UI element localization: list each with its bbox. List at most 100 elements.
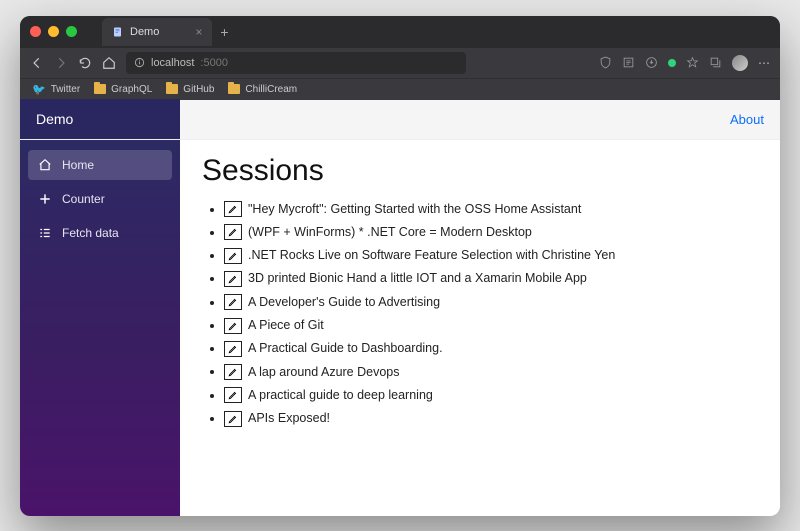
- app-viewport: Demo About Home Counter Fetch data Ses: [20, 100, 780, 516]
- reload-button[interactable]: [78, 56, 92, 70]
- address-host: localhost: [151, 57, 194, 69]
- session-item: .NET Rocks Live on Software Feature Sele…: [224, 244, 758, 267]
- download-icon[interactable]: [645, 56, 658, 69]
- sidebar-item-home[interactable]: Home: [28, 150, 172, 180]
- session-item: (WPF + WinForms) * .NET Core = Modern De…: [224, 221, 758, 244]
- pencil-icon: [228, 414, 238, 424]
- session-item: A Developer's Guide to Advertising: [224, 291, 758, 314]
- collections-icon[interactable]: [709, 56, 722, 69]
- arrow-left-icon: [30, 56, 44, 70]
- session-title: .NET Rocks Live on Software Feature Sele…: [248, 244, 615, 267]
- edit-session-button[interactable]: [224, 248, 242, 264]
- arrow-right-icon: [54, 56, 68, 70]
- folder-icon: [94, 84, 106, 94]
- more-icon[interactable]: ⋯: [758, 56, 770, 70]
- session-title: "Hey Mycroft": Getting Started with the …: [248, 198, 581, 221]
- session-title: (WPF + WinForms) * .NET Core = Modern De…: [248, 221, 532, 244]
- session-title: A Developer's Guide to Advertising: [248, 291, 440, 314]
- sidebar-item-label: Home: [62, 158, 94, 172]
- main-content: Sessions "Hey Mycroft": Getting Started …: [180, 140, 780, 516]
- session-title: A Practical Guide to Dashboarding.: [248, 337, 443, 360]
- page-title: Sessions: [202, 154, 758, 188]
- close-window-button[interactable]: [30, 26, 41, 37]
- edit-session-button[interactable]: [224, 387, 242, 403]
- session-title: APIs Exposed!: [248, 407, 330, 430]
- session-item: 3D printed Bionic Hand a little IOT and …: [224, 267, 758, 290]
- session-item: A practical guide to deep learning: [224, 384, 758, 407]
- bookmark-label: GraphQL: [111, 84, 152, 95]
- brand-title[interactable]: Demo: [20, 99, 180, 139]
- sidebar-item-label: Fetch data: [62, 226, 119, 240]
- edit-session-button[interactable]: [224, 224, 242, 240]
- sessions-list: "Hey Mycroft": Getting Started with the …: [202, 198, 758, 431]
- browser-tabstrip: Demo × +: [102, 18, 237, 46]
- home-icon: [38, 158, 52, 172]
- browser-tab-demo[interactable]: Demo ×: [102, 18, 212, 46]
- pencil-icon: [228, 344, 238, 354]
- sidebar-item-fetch-data[interactable]: Fetch data: [28, 218, 172, 248]
- edit-session-button[interactable]: [224, 318, 242, 334]
- session-item: A lap around Azure Devops: [224, 360, 758, 383]
- forward-button[interactable]: [54, 56, 68, 70]
- edit-session-button[interactable]: [224, 341, 242, 357]
- edit-session-button[interactable]: [224, 364, 242, 380]
- status-indicator-icon: [668, 59, 676, 67]
- edit-session-button[interactable]: [224, 294, 242, 310]
- session-title: A practical guide to deep learning: [248, 384, 433, 407]
- toolbar-right: ⋯: [599, 55, 770, 71]
- folder-icon: [166, 84, 178, 94]
- browser-window: Demo × + localhost:5000: [20, 16, 780, 516]
- pencil-icon: [228, 297, 238, 307]
- app-body: Home Counter Fetch data Sessions "Hey My…: [20, 140, 780, 516]
- plus-icon: [38, 192, 52, 206]
- bookmark-graphql[interactable]: GraphQL: [94, 84, 152, 95]
- bookmark-label: GitHub: [183, 84, 214, 95]
- sidebar-nav: Home Counter Fetch data: [20, 140, 180, 516]
- about-link[interactable]: About: [714, 112, 780, 127]
- pencil-icon: [228, 367, 238, 377]
- edit-session-button[interactable]: [224, 271, 242, 287]
- close-tab-icon[interactable]: ×: [195, 25, 202, 39]
- sidebar-item-label: Counter: [62, 192, 105, 206]
- bookmark-chillicream[interactable]: ChilliCream: [228, 84, 297, 95]
- sidebar-item-counter[interactable]: Counter: [28, 184, 172, 214]
- pencil-icon: [228, 251, 238, 261]
- reader-icon[interactable]: [622, 56, 635, 69]
- session-title: 3D printed Bionic Hand a little IOT and …: [248, 267, 587, 290]
- profile-avatar[interactable]: [732, 55, 748, 71]
- page-favicon-icon: [112, 26, 124, 38]
- home-icon: [102, 56, 116, 70]
- session-title: A lap around Azure Devops: [248, 361, 400, 384]
- bookmark-twitter[interactable]: 🐦 Twitter: [32, 83, 80, 96]
- bookmark-github[interactable]: GitHub: [166, 84, 214, 95]
- shield-icon[interactable]: [599, 56, 612, 69]
- pencil-icon: [228, 204, 238, 214]
- home-button[interactable]: [102, 56, 116, 70]
- info-icon: [134, 57, 145, 68]
- bookmark-label: Twitter: [51, 84, 80, 95]
- maximize-window-button[interactable]: [66, 26, 77, 37]
- folder-icon: [228, 84, 240, 94]
- window-titlebar: Demo × +: [20, 16, 780, 48]
- pencil-icon: [228, 227, 238, 237]
- session-item: A Practical Guide to Dashboarding.: [224, 337, 758, 360]
- session-item: "Hey Mycroft": Getting Started with the …: [224, 198, 758, 221]
- favorite-icon[interactable]: [686, 56, 699, 69]
- address-bar[interactable]: localhost:5000: [126, 52, 466, 74]
- edit-session-button[interactable]: [224, 411, 242, 427]
- browser-toolbar: localhost:5000 ⋯: [20, 48, 780, 78]
- back-button[interactable]: [30, 56, 44, 70]
- twitter-icon: 🐦: [32, 83, 46, 96]
- new-tab-button[interactable]: +: [212, 24, 236, 40]
- list-icon: [38, 226, 52, 240]
- session-item: APIs Exposed!: [224, 407, 758, 430]
- minimize-window-button[interactable]: [48, 26, 59, 37]
- session-title: A Piece of Git: [248, 314, 324, 337]
- pencil-icon: [228, 274, 238, 284]
- bookmark-label: ChilliCream: [245, 84, 297, 95]
- reload-icon: [78, 56, 92, 70]
- pencil-icon: [228, 321, 238, 331]
- pencil-icon: [228, 390, 238, 400]
- edit-session-button[interactable]: [224, 201, 242, 217]
- browser-tab-title: Demo: [130, 26, 159, 38]
